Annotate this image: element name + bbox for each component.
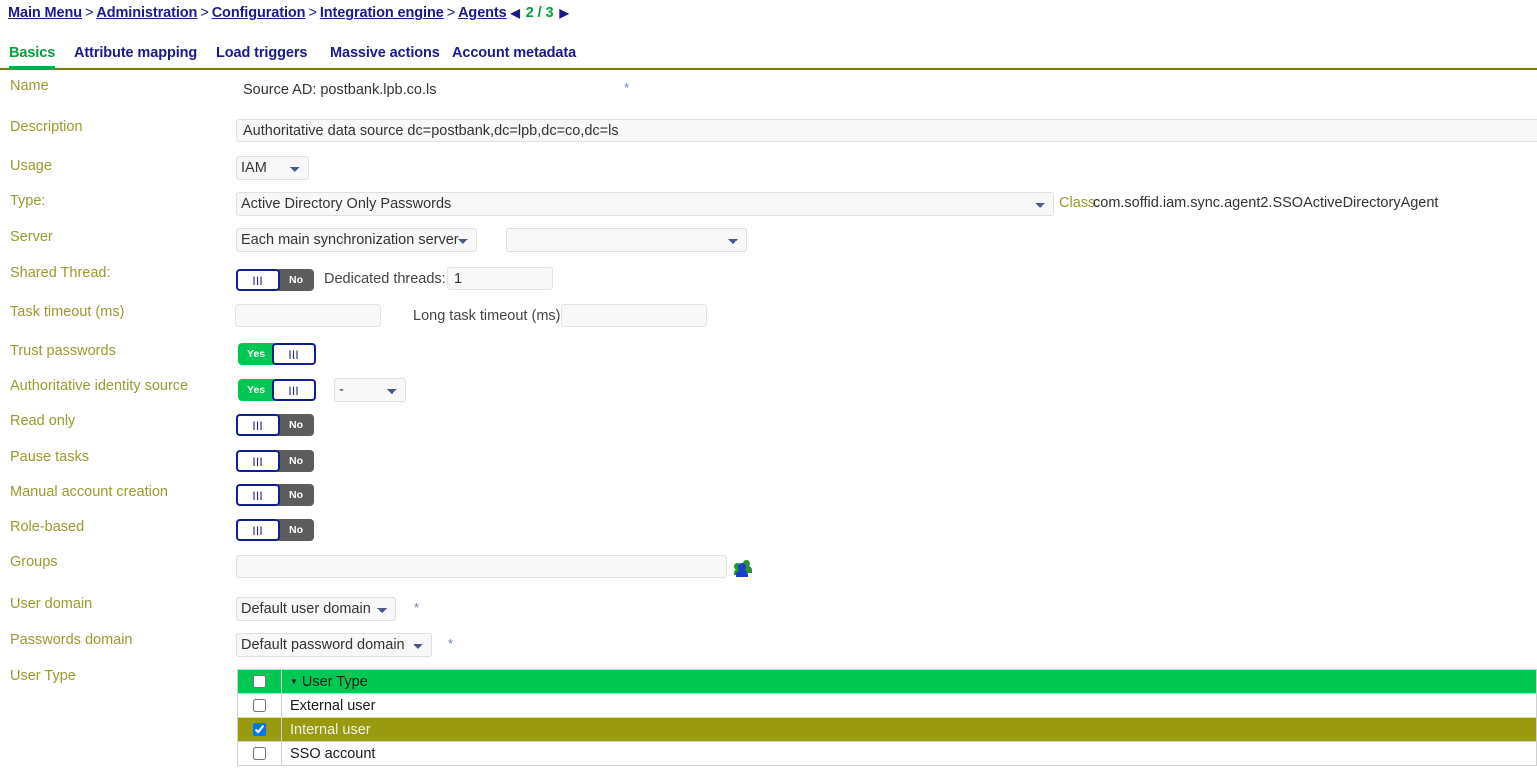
tab-massive-actions[interactable]: Massive actions <box>330 44 440 70</box>
tab-attribute-mapping[interactable]: Attribute mapping <box>74 44 197 70</box>
type-select[interactable]: Active Directory Only Passwords <box>236 192 1054 216</box>
task-timeout-input[interactable] <box>235 304 381 327</box>
tab-basics[interactable]: Basics <box>9 44 55 70</box>
breadcrumb-item-integration-engine[interactable]: Integration engine <box>320 5 444 21</box>
select-all-checkbox[interactable] <box>253 675 266 689</box>
select-all-header-cell <box>237 669 282 694</box>
next-page-arrow-icon[interactable]: ▶ <box>555 6 572 20</box>
breadcrumb-item-administration[interactable]: Administration <box>96 5 197 21</box>
user-domain-required-asterisk: * <box>414 600 420 615</box>
tab-load-triggers[interactable]: Load triggers <box>216 44 307 70</box>
authoritative-identity-source-toggle[interactable]: Yes ||| <box>238 379 316 401</box>
user-type-table: ▼User Type External user Internal user <box>237 669 1537 766</box>
table-row[interactable]: Internal user <box>237 717 1537 742</box>
prev-page-arrow-icon[interactable]: ◀ <box>507 6 524 20</box>
label-trust-passwords: Trust passwords <box>10 343 116 359</box>
toggle-knob-icon: ||| <box>236 519 280 541</box>
user-type-column-header[interactable]: ▼ User Type <box>281 669 1537 694</box>
row-user-type-name: SSO account <box>281 741 1537 766</box>
label-name: Name <box>10 78 49 94</box>
user-type-column-header-label: User Type <box>301 673 368 690</box>
row-checkbox-cell <box>237 741 282 766</box>
breadcrumb-item-configuration[interactable]: Configuration <box>212 5 306 21</box>
label-pause-tasks: Pause tasks <box>10 449 89 465</box>
label-type: Type: <box>10 193 46 209</box>
row-user-type-name: External user <box>281 693 1537 718</box>
group-people-icon[interactable] <box>734 559 752 577</box>
breadcrumb-separator: > <box>200 5 209 21</box>
role-based-toggle[interactable]: ||| No <box>236 519 314 541</box>
label-long-task-timeout: Long task timeout (ms): <box>413 308 565 324</box>
toggle-knob-icon: ||| <box>272 379 316 401</box>
breadcrumb-separator: > <box>85 5 94 21</box>
row-checkbox-cell <box>237 717 282 742</box>
label-server: Server <box>10 229 53 245</box>
shared-thread-toggle[interactable]: ||| No <box>236 269 314 291</box>
breadcrumb-separator: > <box>446 5 456 21</box>
tab-bar: Basics Attribute mapping Load triggers M… <box>0 44 1537 70</box>
label-description: Description <box>10 119 83 135</box>
long-task-timeout-input[interactable] <box>561 304 707 327</box>
class-value: com.soffid.iam.sync.agent2.SSOActiveDire… <box>1093 195 1439 211</box>
row-checkbox[interactable] <box>253 699 266 713</box>
sort-descending-caret-icon: ▼ <box>290 676 298 686</box>
read-only-toggle-state: No <box>278 414 314 436</box>
toggle-knob-icon: ||| <box>236 269 280 291</box>
label-shared-thread: Shared Thread: <box>10 265 111 281</box>
row-user-type-name: Internal user <box>281 717 1537 742</box>
row-checkbox-cell <box>237 693 282 718</box>
server-secondary-select[interactable] <box>506 228 747 252</box>
authoritative-identity-source-select[interactable]: - <box>334 378 406 402</box>
tab-account-metadata[interactable]: Account metadata <box>452 44 576 70</box>
label-user-domain: User domain <box>10 596 93 612</box>
passwords-domain-select[interactable]: Default password domain <box>236 633 432 657</box>
row-checkbox[interactable] <box>253 747 266 761</box>
name-required-asterisk: * <box>624 80 630 95</box>
label-authoritative-identity-source: Authoritative identity source <box>10 378 189 394</box>
row-checkbox[interactable] <box>253 723 266 737</box>
label-usage: Usage <box>10 158 52 174</box>
toggle-knob-icon: ||| <box>272 343 316 365</box>
server-select[interactable]: Each main synchronization server <box>236 228 477 252</box>
breadcrumb-item-agents[interactable]: Agents <box>458 5 507 21</box>
label-role-based: Role-based <box>10 519 85 535</box>
passwords-domain-required-asterisk: * <box>448 636 454 651</box>
usage-select[interactable]: IAM <box>236 156 309 180</box>
label-groups: Groups <box>10 554 58 570</box>
label-manual-account-creation: Manual account creation <box>10 484 168 500</box>
table-row[interactable]: External user <box>237 693 1537 718</box>
role-based-toggle-state: No <box>278 519 314 541</box>
table-row[interactable]: SSO account <box>237 741 1537 766</box>
user-type-table-body: External user Internal user SSO account <box>237 693 1537 766</box>
description-input[interactable] <box>236 119 1537 142</box>
breadcrumb-item-main-menu[interactable]: Main Menu <box>8 5 82 21</box>
user-domain-select[interactable]: Default user domain <box>236 597 396 621</box>
authoritative-identity-source-toggle-state: Yes <box>238 379 274 401</box>
manual-account-creation-toggle-state: No <box>278 484 314 506</box>
label-passwords-domain: Passwords domain <box>10 632 133 648</box>
user-type-table-head: ▼ User Type <box>237 669 1537 694</box>
label-read-only: Read only <box>10 413 76 429</box>
toggle-knob-icon: ||| <box>236 414 280 436</box>
read-only-toggle[interactable]: ||| No <box>236 414 314 436</box>
pause-tasks-toggle-state: No <box>278 450 314 472</box>
page-indicator: 2 / 3 <box>525 5 554 21</box>
toggle-knob-icon: ||| <box>236 450 280 472</box>
toggle-knob-icon: ||| <box>236 484 280 506</box>
dedicated-threads-input[interactable] <box>447 267 553 290</box>
label-dedicated-threads: Dedicated threads: <box>324 271 446 287</box>
breadcrumb: Main Menu > Administration > Configuration > I… <box>8 5 573 21</box>
pause-tasks-toggle[interactable]: ||| No <box>236 450 314 472</box>
shared-thread-toggle-state: No <box>278 269 314 291</box>
name-input[interactable] <box>236 78 616 101</box>
trust-passwords-toggle[interactable]: Yes ||| <box>238 343 316 365</box>
breadcrumb-separator: > <box>308 5 317 21</box>
groups-input[interactable] <box>236 555 727 578</box>
trust-passwords-toggle-state: Yes <box>238 343 274 365</box>
label-user-type: User Type <box>10 668 76 684</box>
label-task-timeout: Task timeout (ms) <box>10 304 125 320</box>
user-type-header-row: ▼ User Type <box>237 669 1537 694</box>
manual-account-creation-toggle[interactable]: ||| No <box>236 484 314 506</box>
